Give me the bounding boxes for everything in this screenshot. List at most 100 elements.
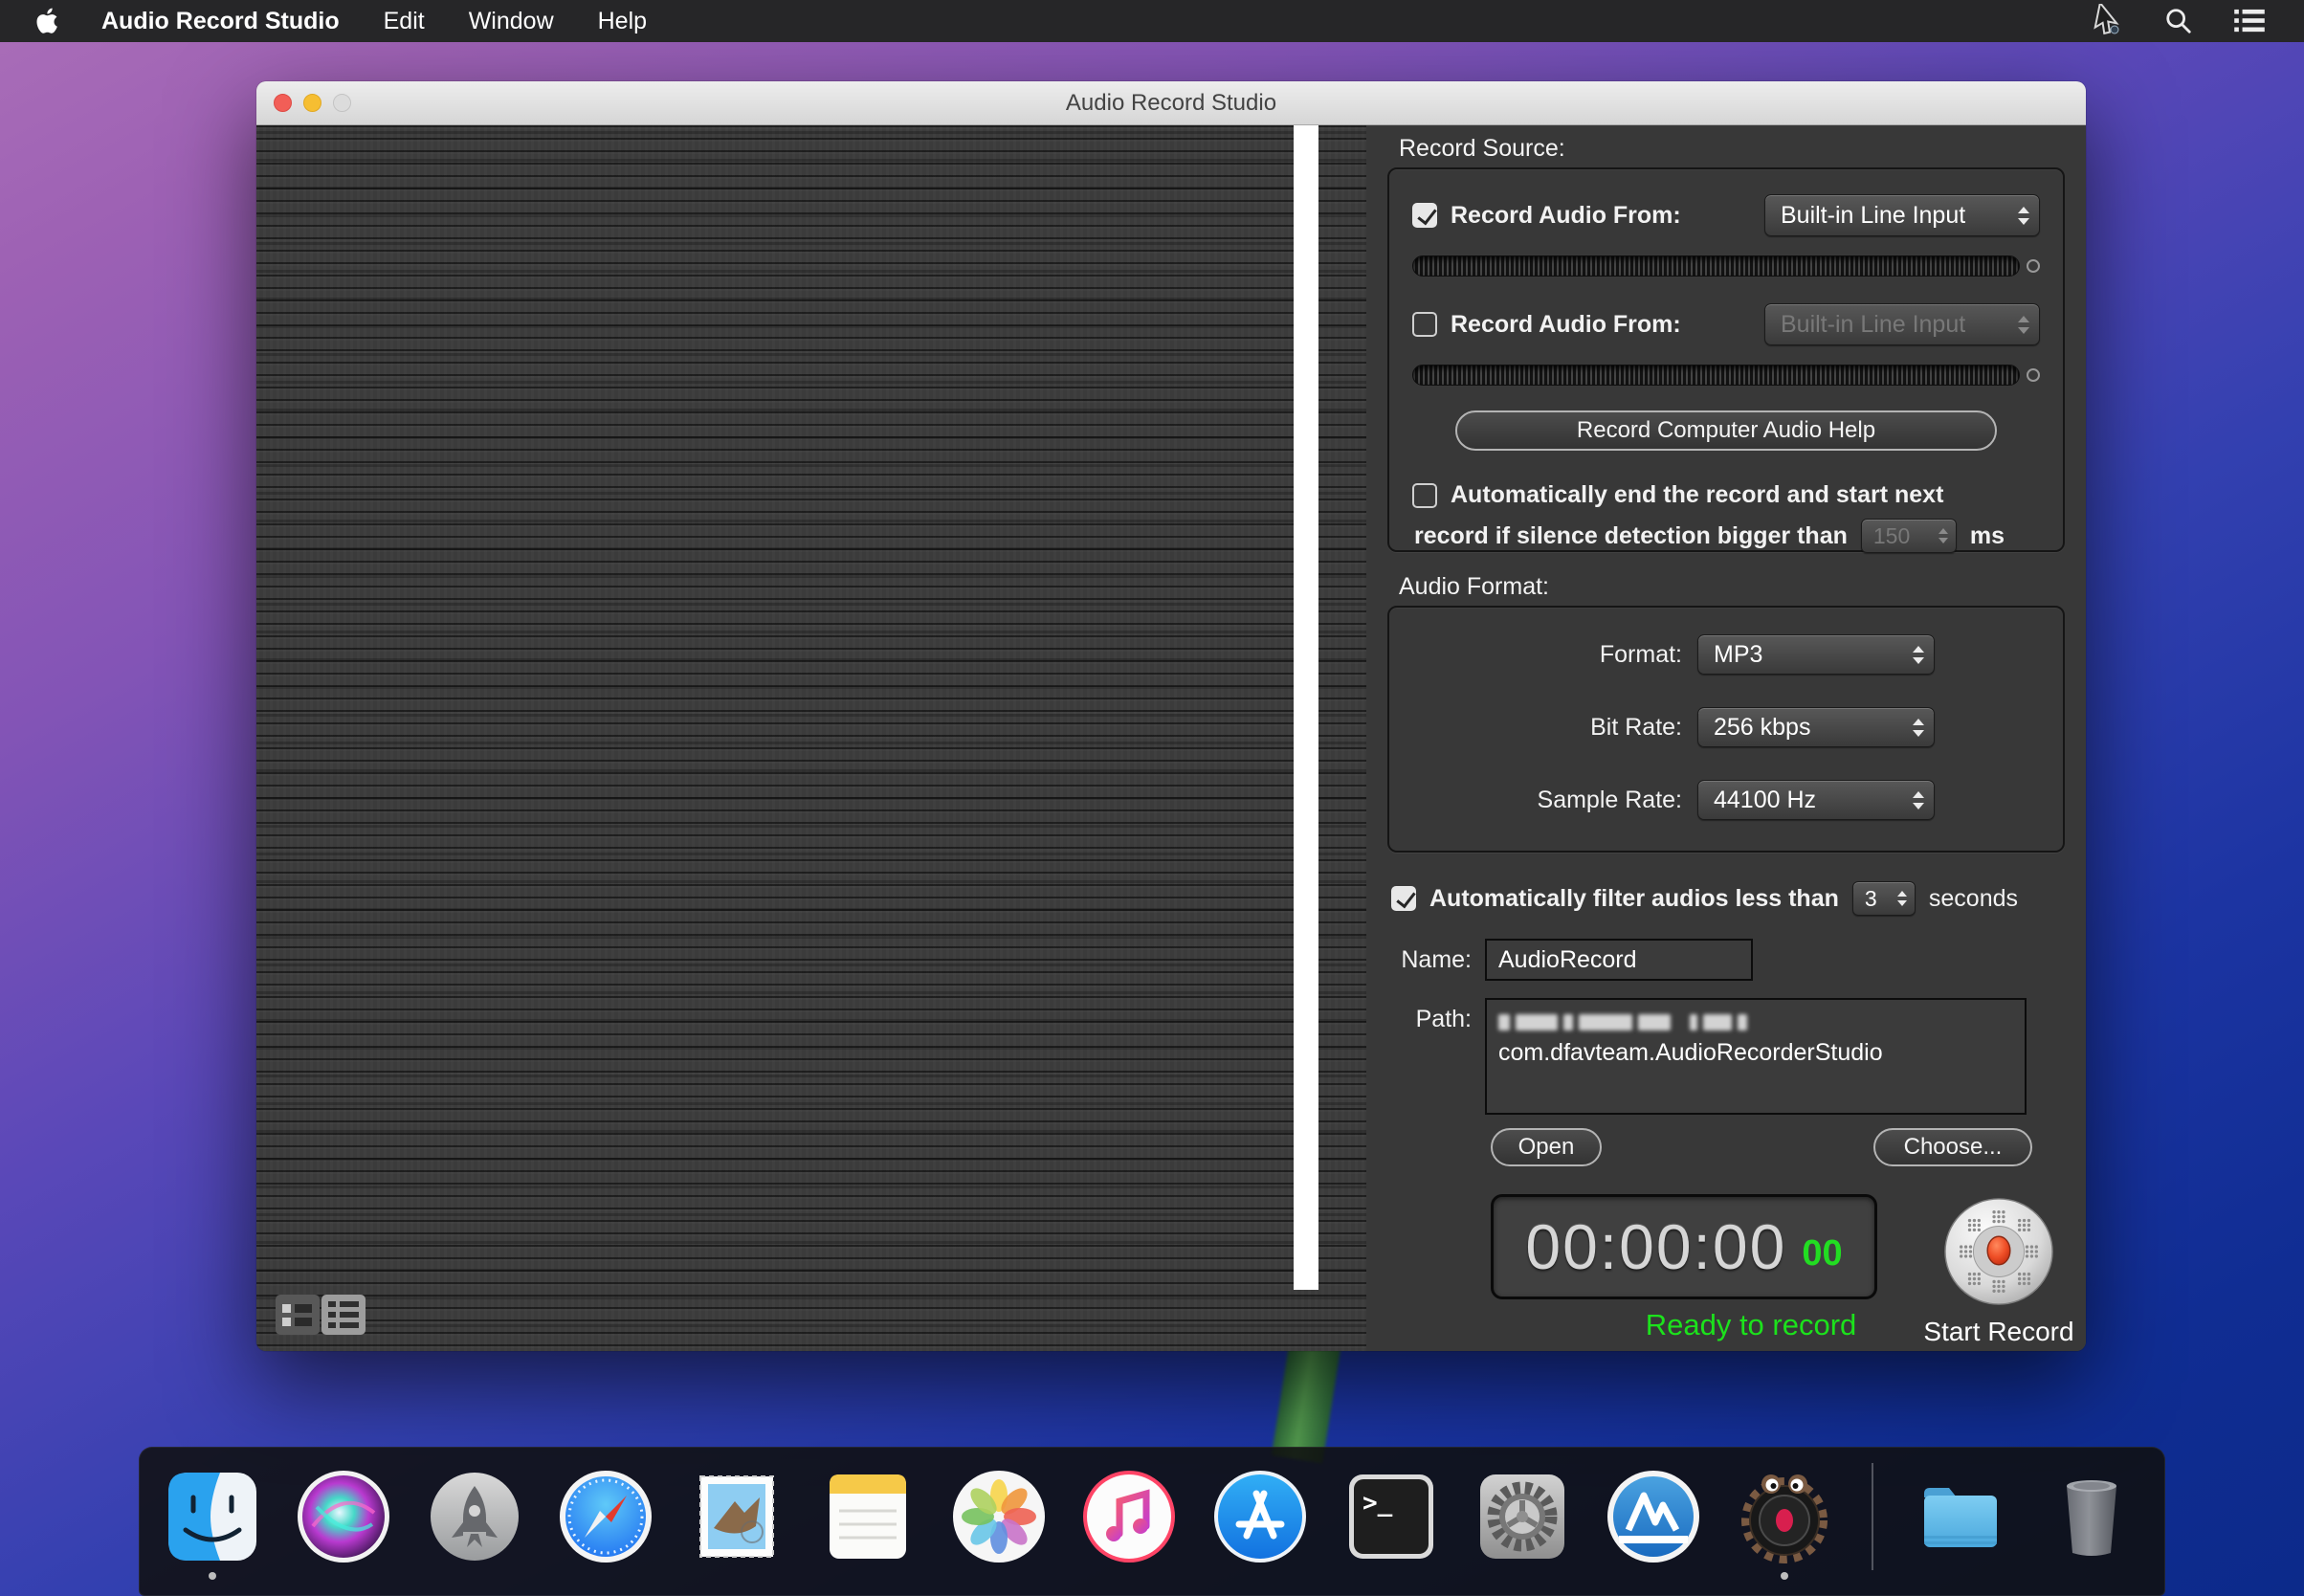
record-audio-label-1: Record Audio From: <box>1451 202 1681 230</box>
menu-edit[interactable]: Edit <box>384 8 425 35</box>
level-meter-2 <box>1412 365 2020 386</box>
input-device-popup-1[interactable]: Built-in Line Input <box>1764 194 2040 236</box>
input-device-popup-2[interactable]: Built-in Line Input <box>1764 303 2040 345</box>
siri-icon <box>296 1469 391 1564</box>
record-source-section-label: Record Source: <box>1399 135 1565 163</box>
name-label: Name: <box>1380 946 1472 974</box>
popup-stepper-icon <box>2006 316 2029 334</box>
svg-text:>_: >_ <box>1362 1489 1393 1518</box>
bitrate-value: 256 kbps <box>1714 714 1810 742</box>
recordings-list-area[interactable] <box>256 125 1366 1351</box>
audio-record-studio-window: Audio Record Studio <box>256 81 2086 1351</box>
apple-menu-icon[interactable] <box>36 7 61 35</box>
vertical-scrollbar[interactable] <box>1294 125 1318 1290</box>
window-content: Record Source: Record Audio From: Built-… <box>256 125 2086 1351</box>
dock-item-appstore[interactable] <box>1212 1469 1308 1564</box>
silence-detection-checkbox[interactable] <box>1412 483 1437 508</box>
dock-item-trash[interactable] <box>2044 1469 2139 1564</box>
dock-item-launchpad[interactable] <box>427 1469 522 1564</box>
name-input[interactable] <box>1485 939 1753 981</box>
desktop: Audio Record Studio Edit Window Help <box>0 0 2304 1596</box>
dock: >_ <box>139 1447 2165 1596</box>
menu-bar: Audio Record Studio Edit Window Help <box>0 0 2304 42</box>
bitrate-popup[interactable]: 256 kbps <box>1697 707 1935 747</box>
dock-item-safari[interactable] <box>558 1469 654 1564</box>
title-bar[interactable]: Audio Record Studio <box>256 81 2086 125</box>
filter-audios-checkbox[interactable] <box>1391 886 1416 911</box>
view-toggle-list-button[interactable] <box>321 1295 366 1335</box>
wallpaper-plant-streak <box>1272 1341 1340 1464</box>
choose-button[interactable]: Choose... <box>1873 1128 2032 1166</box>
popup-stepper-icon <box>1888 891 1907 906</box>
status-text: Ready to record <box>1558 1308 1944 1342</box>
popup-stepper-icon <box>1901 646 1924 664</box>
dock-item-itunes[interactable] <box>1081 1469 1177 1564</box>
mail-icon <box>689 1469 785 1564</box>
audio-format-section-label: Audio Format: <box>1399 573 1549 601</box>
dock-item-finder[interactable] <box>165 1469 260 1564</box>
blue-mountain-app-icon <box>1606 1469 1701 1564</box>
record-audio-checkbox-1[interactable] <box>1412 203 1437 228</box>
dock-item-notes[interactable] <box>820 1469 916 1564</box>
menubar-app-name[interactable]: Audio Record Studio <box>101 8 340 35</box>
safari-icon <box>558 1469 654 1564</box>
audio-format-groupbox: Format: MP3 Bit Rate: 256 kbps <box>1387 606 2065 853</box>
format-value: MP3 <box>1714 641 1762 669</box>
format-popup[interactable]: MP3 <box>1697 634 1935 675</box>
dock-item-photos[interactable] <box>951 1469 1047 1564</box>
terminal-icon: >_ <box>1343 1469 1439 1564</box>
notification-list-icon[interactable] <box>2233 5 2266 37</box>
timer-hundredths: 00 <box>1802 1233 1842 1275</box>
menu-help[interactable]: Help <box>598 8 647 35</box>
record-computer-audio-help-button[interactable]: Record Computer Audio Help <box>1455 410 1997 451</box>
popup-stepper-icon <box>1929 528 1948 543</box>
dock-item-siri[interactable] <box>296 1469 391 1564</box>
menu-window[interactable]: Window <box>469 8 554 35</box>
running-indicator <box>209 1572 216 1580</box>
level-meter-1 <box>1412 255 2020 277</box>
view-toggle-grid-button[interactable] <box>276 1295 320 1335</box>
dock-divider <box>1872 1463 1873 1570</box>
window-title: Audio Record Studio <box>256 90 2086 117</box>
dock-item-folder[interactable] <box>1913 1469 2008 1564</box>
record-audio-checkbox-2[interactable] <box>1412 312 1437 337</box>
dock-item-terminal[interactable]: >_ <box>1343 1469 1439 1564</box>
dock-item-audio-record-studio[interactable] <box>1737 1469 1832 1564</box>
popup-stepper-icon <box>1901 719 1924 737</box>
search-icon[interactable] <box>2162 5 2195 37</box>
running-indicator <box>1781 1572 1788 1580</box>
notes-icon <box>820 1469 916 1564</box>
silence-label-line1: Automatically end the record and start n… <box>1451 481 1943 509</box>
timer-display: 00:00:00 00 <box>1491 1194 1877 1299</box>
popup-stepper-icon <box>2006 207 2029 225</box>
filter-seconds-value: 3 <box>1865 886 1877 912</box>
silence-ms-value: 150 <box>1873 523 1910 549</box>
trash-icon <box>2044 1469 2139 1564</box>
timer-time: 00:00:00 <box>1525 1210 1786 1283</box>
start-record-label: Start Record <box>1923 1317 2074 1347</box>
open-button[interactable]: Open <box>1491 1128 1602 1166</box>
dock-item-blue-mountain-app[interactable] <box>1606 1469 1701 1564</box>
start-record-button-icon[interactable] <box>1942 1195 2055 1308</box>
path-box[interactable]: com.dfavteam.AudioRecorderStudio <box>1485 998 2027 1115</box>
appstore-icon <box>1212 1469 1308 1564</box>
samplerate-label: Sample Rate: <box>1412 787 1682 814</box>
audio-record-studio-icon <box>1737 1469 1832 1564</box>
input-device-value-1: Built-in Line Input <box>1781 202 1965 230</box>
launchpad-icon <box>427 1469 522 1564</box>
record-audio-label-2: Record Audio From: <box>1451 311 1681 339</box>
level-meter-dot-1 <box>2027 259 2040 273</box>
view-toggle-group <box>276 1295 366 1335</box>
folder-icon <box>1913 1469 2008 1564</box>
samplerate-popup[interactable]: 44100 Hz <box>1697 780 1935 820</box>
path-label: Path: <box>1380 1006 1472 1033</box>
level-meter-dot-2 <box>2027 368 2040 382</box>
silence-ms-stepper[interactable]: 150 <box>1861 519 1957 553</box>
path-bundle-id: com.dfavteam.AudioRecorderStudio <box>1498 1036 2013 1069</box>
dock-item-system-preferences[interactable] <box>1474 1469 1570 1564</box>
bitrate-label: Bit Rate: <box>1412 714 1682 742</box>
silence-label-line2: record if silence detection bigger than <box>1414 522 1848 550</box>
mouse-cursor-icon <box>2092 5 2124 37</box>
filter-seconds-stepper[interactable]: 3 <box>1852 881 1916 916</box>
dock-item-mail[interactable] <box>689 1469 785 1564</box>
